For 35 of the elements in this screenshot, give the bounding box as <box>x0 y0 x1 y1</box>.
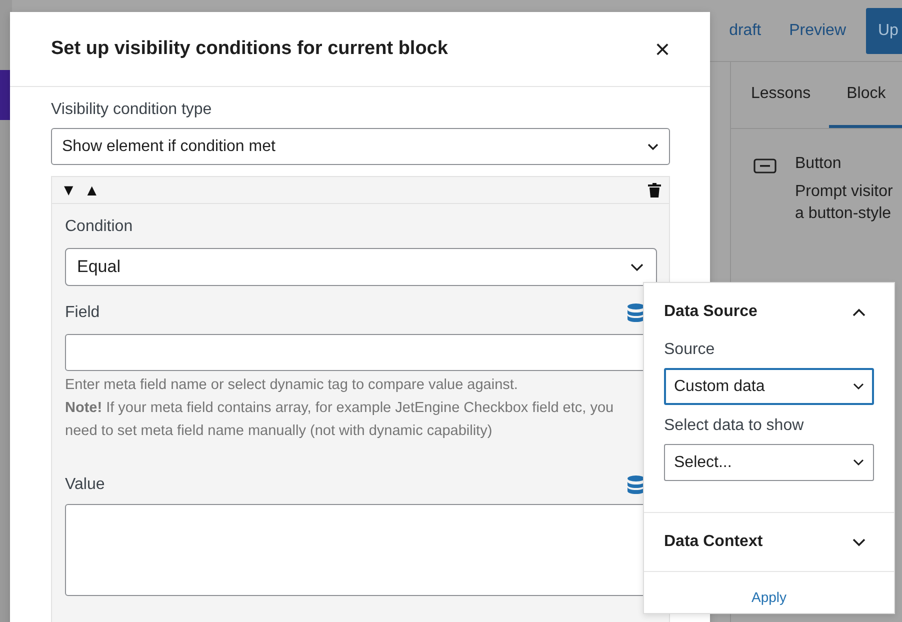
field-label: Visibility condition type <box>51 101 213 119</box>
chevron-down-icon <box>647 142 659 150</box>
sidebar-tab[interactable]: Lessons <box>733 62 829 128</box>
trash-icon[interactable] <box>648 182 661 198</box>
block-title: Button <box>795 155 842 173</box>
database-icon[interactable] <box>627 475 645 495</box>
block-description: Prompt visitor <box>795 183 893 201</box>
chevron-down-icon <box>630 262 644 272</box>
chevron-down-icon <box>853 459 864 466</box>
condition-select[interactable]: Equal <box>65 248 657 286</box>
dropdown-select[interactable]: Custom data <box>664 368 874 405</box>
field-label: Value <box>65 476 105 494</box>
sidebar-tab[interactable]: Block <box>828 62 902 128</box>
field-label: Source <box>664 341 716 359</box>
move-down-button[interactable]: ▼ <box>60 183 78 197</box>
dropdown-select[interactable]: Select... <box>664 444 874 481</box>
block-description: a button-style <box>795 205 892 223</box>
chevron-down-icon <box>853 383 864 390</box>
button-block-icon <box>753 158 777 174</box>
condition-type-select[interactable]: Show element if condition met <box>51 128 670 165</box>
help-text: Note! If your meta field contains array, for example JetEngine Checkbox field etc, you need to set meta field name manually (not with dynamic capability) <box>65 399 615 441</box>
database-icon[interactable] <box>627 303 645 323</box>
field-label: Condition <box>65 218 134 236</box>
section-header[interactable]: Data Context <box>644 513 894 571</box>
chevron-up-icon <box>852 308 866 316</box>
help-text: Enter meta field name or select dynamic tag to compare value against. <box>65 376 519 395</box>
field-label: Field <box>65 304 100 322</box>
field-label: Select data to show <box>664 417 805 435</box>
chevron-down-icon <box>852 538 866 546</box>
section-header[interactable]: Data Source <box>644 283 894 341</box>
move-up-button[interactable]: ▲ <box>83 183 100 197</box>
close-button[interactable]: × <box>654 36 670 62</box>
modal-title: Set up visibility conditions for current block <box>51 38 448 60</box>
apply-button[interactable]: Apply <box>644 582 894 613</box>
update-button[interactable]: Up <box>866 8 902 54</box>
